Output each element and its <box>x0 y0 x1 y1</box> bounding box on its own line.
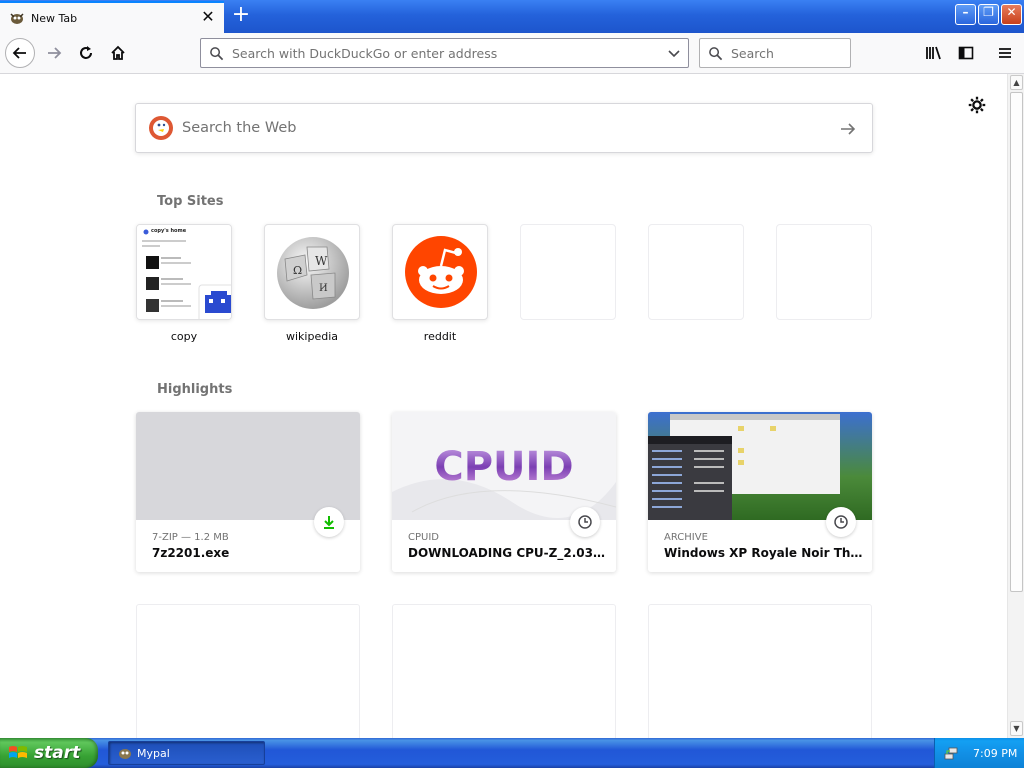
mypal-icon <box>10 13 24 24</box>
taskbar-item-mypal[interactable]: Mypal <box>108 741 265 765</box>
thumbnail-page-title: copy's home <box>151 228 187 234</box>
start-label: start <box>34 743 81 763</box>
back-button[interactable] <box>5 38 35 68</box>
cpuid-thumb-text: CPUID <box>434 444 573 490</box>
reddit-logo-icon <box>405 236 477 308</box>
home-button[interactable] <box>104 39 132 67</box>
chevron-down-icon[interactable] <box>666 45 682 61</box>
top-site-label: reddit <box>423 330 457 343</box>
mypal-icon <box>119 749 131 759</box>
tab-strip: New Tab ✕ + – ❐ ✕ <box>0 0 1024 33</box>
library-button[interactable] <box>920 39 948 67</box>
clock[interactable]: 7:09 PM <box>973 747 1017 760</box>
sidebar-button[interactable] <box>952 39 980 67</box>
top-site-label: wikipedia <box>285 330 338 343</box>
wikipedia-globe-icon: Ω W И <box>277 237 349 309</box>
card-context: ARCHIVE <box>664 532 708 543</box>
card-thumbnail <box>136 412 360 520</box>
search-bar[interactable]: Search <box>699 38 851 68</box>
close-window-button[interactable]: ✕ <box>1001 4 1022 25</box>
highlight-placeholder <box>136 604 360 738</box>
page-screenshot-thumbnail <box>137 225 231 319</box>
network-icon[interactable] <box>943 745 959 761</box>
duckduckgo-icon <box>149 116 173 140</box>
tab-title: New Tab <box>31 11 78 25</box>
card-title: 7z2201.exe <box>152 546 230 560</box>
svg-text:И: И <box>319 283 328 294</box>
arrow-right-icon[interactable] <box>838 119 858 139</box>
close-tab-icon[interactable]: ✕ <box>200 9 216 25</box>
top-site-thumbnail: Ω W И <box>264 224 360 320</box>
reload-button[interactable] <box>72 39 100 67</box>
card-title: Windows XP Royale Noir Them... <box>664 546 864 560</box>
top-site-empty-slot[interactable] <box>776 224 872 320</box>
card-context: 7-ZIP — 1.2 MB <box>152 532 229 543</box>
svg-text:W: W <box>315 254 328 268</box>
download-icon <box>324 516 334 529</box>
search-icon <box>210 46 224 60</box>
windows-taskbar: start Mypal 7:09 PM <box>0 738 1024 768</box>
highlight-card-7zip[interactable]: 7-ZIP — 1.2 MB 7z2201.exe <box>136 412 360 572</box>
windows-logo-icon <box>9 746 27 758</box>
url-input[interactable] <box>232 43 652 63</box>
home-icon <box>111 45 125 60</box>
new-tab-button[interactable]: + <box>230 4 252 27</box>
top-site-empty-slot[interactable] <box>520 224 616 320</box>
highlight-placeholder <box>648 604 872 738</box>
web-search-placeholder: Search the Web <box>182 120 297 136</box>
taskbar-item-label: Mypal <box>137 746 170 760</box>
svg-text:Ω: Ω <box>293 264 302 277</box>
tab-new-tab[interactable]: New Tab ✕ <box>0 1 224 33</box>
card-title: DOWNLOADING CPU-Z_2.03-EN.... <box>408 546 608 560</box>
card-context: CPUID <box>408 532 439 543</box>
maximize-button[interactable]: ❐ <box>978 4 999 25</box>
new-tab-page: Search the Web Top Sites copy's home cop… <box>0 74 1007 738</box>
top-site-copy[interactable]: copy's home copy <box>136 224 232 343</box>
vertical-scrollbar[interactable]: ▲ ▼ <box>1007 74 1024 738</box>
library-icon <box>926 46 941 60</box>
arrow-right-icon <box>48 47 62 59</box>
gear-icon[interactable] <box>966 94 988 116</box>
system-tray: 7:09 PM <box>934 738 1024 768</box>
web-search-box[interactable]: Search the Web <box>135 103 873 153</box>
empty-tile <box>776 224 872 320</box>
reload-icon <box>80 46 92 59</box>
history-badge <box>826 507 856 537</box>
top-site-thumbnail <box>392 224 488 320</box>
minimize-button[interactable]: – <box>955 4 976 25</box>
highlights-heading: Highlights <box>157 382 233 397</box>
top-site-empty-slot[interactable] <box>648 224 744 320</box>
history-badge <box>570 507 600 537</box>
menu-button[interactable] <box>991 39 1019 67</box>
download-badge <box>314 507 344 537</box>
navigation-toolbar: Search <box>0 33 1024 74</box>
top-site-thumbnail: copy's home <box>136 224 232 320</box>
clock-icon <box>578 515 592 529</box>
sidebar-icon <box>958 46 974 60</box>
hamburger-menu-icon <box>999 48 1011 58</box>
search-bar-placeholder: Search <box>731 45 774 61</box>
highlight-card-cpuid[interactable]: CPUID CPUID DOWNLOADING CPU-Z_2.03-EN...… <box>392 412 616 572</box>
arrow-left-icon <box>12 47 26 59</box>
top-site-label: copy <box>170 330 198 343</box>
scroll-up-arrow-icon[interactable]: ▲ <box>1010 75 1023 90</box>
search-icon <box>709 46 723 60</box>
clock-icon <box>834 515 848 529</box>
highlight-placeholder <box>392 604 616 738</box>
forward-button[interactable] <box>40 39 68 67</box>
empty-tile <box>520 224 616 320</box>
scroll-down-arrow-icon[interactable]: ▼ <box>1010 721 1023 736</box>
top-site-wikipedia[interactable]: Ω W И wikipedia <box>264 224 360 343</box>
highlight-card-archive[interactable]: ARCHIVE Windows XP Royale Noir Them... <box>648 412 872 572</box>
empty-tile <box>648 224 744 320</box>
top-sites-heading: Top Sites <box>157 194 224 209</box>
scrollbar-thumb[interactable] <box>1010 92 1023 592</box>
card-thumbnail: CPUID <box>392 412 616 520</box>
start-button[interactable]: start <box>0 738 98 768</box>
top-site-reddit[interactable]: reddit <box>392 224 488 343</box>
card-thumbnail <box>648 412 872 520</box>
url-bar[interactable] <box>200 38 689 68</box>
